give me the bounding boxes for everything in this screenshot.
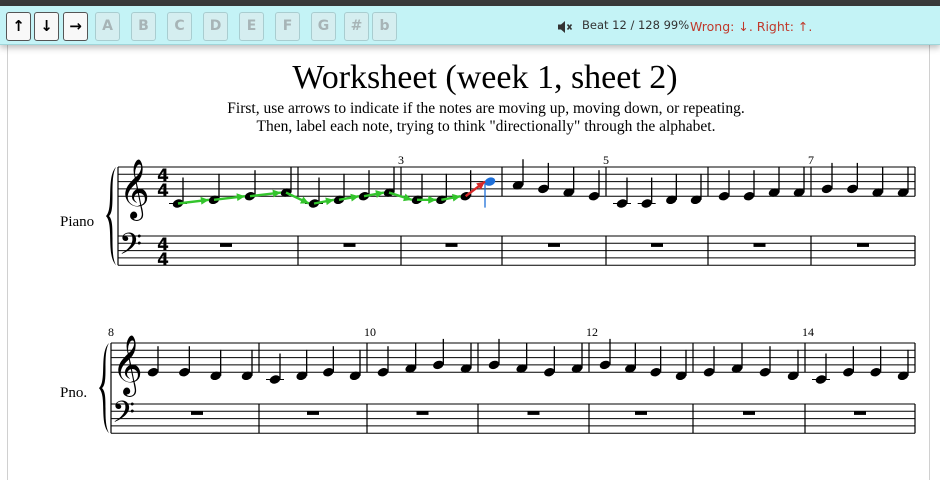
staff-brace (106, 167, 116, 266)
whole-rest-icon (854, 411, 866, 415)
measure-number: 12 (586, 325, 598, 339)
whole-rest-icon (527, 411, 540, 415)
note-c-button[interactable]: C (167, 12, 192, 41)
measure-number: 8 (108, 325, 114, 339)
beat-status: Beat 12 / 128 99% (582, 18, 690, 32)
staff-brace (99, 343, 109, 434)
measure-number: 7 (808, 153, 814, 167)
sheet-music-score[interactable]: 𝄞𝄢44443 5 7𝄞𝄢8 10 12 14 (0, 45, 940, 480)
note-e-button[interactable]: E (239, 12, 264, 41)
measure-number: 5 (603, 153, 609, 167)
note-b-button[interactable]: B (131, 12, 156, 41)
note-f-button[interactable]: F (275, 12, 300, 41)
measure-number: 14 (802, 325, 814, 339)
measure-number: 3 (398, 153, 404, 167)
note-a-button[interactable]: A (95, 12, 120, 41)
whole-rest-icon (548, 243, 560, 247)
bass-clef-icon: 𝄢 (119, 228, 142, 269)
whole-rest-icon (445, 243, 458, 247)
measure-number: 10 (364, 325, 376, 339)
bass-clef-icon: 𝄢 (112, 396, 135, 437)
whole-rest-icon (307, 411, 319, 415)
note-d-button[interactable]: D (203, 12, 228, 41)
flat-button[interactable]: b (372, 12, 397, 41)
whole-rest-icon (857, 243, 869, 247)
whole-rest-icon (416, 411, 429, 415)
note-g-button[interactable]: G (311, 12, 336, 41)
whole-rest-icon (651, 243, 663, 247)
correct-direction-arrow (451, 193, 461, 202)
repeat-arrow-button[interactable]: → (63, 12, 88, 41)
whole-rest-icon (753, 243, 766, 247)
answer-feedback-status: Wrong: ↓. Right: ↑. (690, 19, 813, 34)
time-signature-unit: 4 (157, 181, 169, 201)
down-arrow-button[interactable]: ↓ (34, 12, 59, 41)
whole-rest-icon (191, 411, 203, 415)
time-signature-unit: 4 (157, 250, 169, 270)
correct-direction-arrow (403, 193, 412, 202)
whole-rest-icon (635, 411, 647, 415)
treble-clef-icon: 𝄞 (112, 335, 143, 397)
treble-clef-icon: 𝄞 (119, 159, 150, 221)
whole-rest-icon (343, 243, 356, 247)
speaker-muted-icon[interactable] (556, 19, 574, 35)
toolbar: ↑ ↓ → A B C D E F G # b Beat 12 / 128 99% Wrong: ↓.… (0, 6, 940, 45)
whole-rest-icon (743, 411, 755, 415)
correct-direction-arrow (428, 195, 437, 204)
sharp-button[interactable]: # (344, 12, 369, 41)
whole-rest-icon (220, 243, 232, 247)
up-arrow-button[interactable]: ↑ (6, 12, 31, 41)
